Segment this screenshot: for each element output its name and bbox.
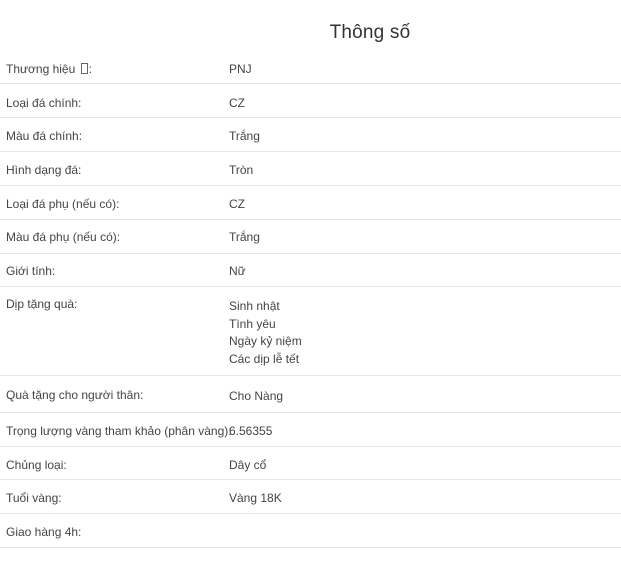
spec-value-gift-for: Cho Nàng <box>229 389 284 403</box>
spec-value-main-stone-type: CZ <box>229 96 245 110</box>
spec-label-side-stone-color: Màu đá phụ (nếu có): <box>6 230 121 244</box>
spec-label-category: Chủng loại: <box>6 458 67 472</box>
spec-value-category: Dây cổ <box>229 458 267 472</box>
spec-label-brand: Thương hiệu : <box>6 62 92 76</box>
spec-label-gold-weight: Trọng lượng vàng tham khảo (phân vàng): <box>6 424 232 438</box>
spec-table: Thương hiệu : PNJ Loại đá chính: CZ Màu … <box>0 50 621 548</box>
spec-value-gender: Nữ <box>229 264 246 278</box>
spec-value-main-stone-color: Trắng <box>229 129 260 143</box>
spec-value-gold-weight: 6.56355 <box>229 424 273 438</box>
spec-row-gift-occasion: Dịp tặng quà: Sinh nhật Tình yêu Ngày kỷ… <box>0 287 621 376</box>
spec-label-stone-shape: Hình dạng đá: <box>6 163 82 177</box>
spec-row-gender: Giới tính: Nữ <box>0 254 621 287</box>
missing-glyph-icon <box>80 63 88 74</box>
spec-row-gold-weight: Trọng lượng vàng tham khảo (phân vàng): … <box>0 413 621 447</box>
spec-row-4h-delivery: Giao hàng 4h: <box>0 514 621 548</box>
spec-row-side-stone-color: Màu đá phụ (nếu có): Trắng <box>0 220 621 254</box>
spec-row-main-stone-color: Màu đá chính: Trắng <box>0 118 621 152</box>
spec-label-main-stone-type: Loại đá chính: <box>6 96 82 110</box>
spec-label-main-stone-color: Màu đá chính: <box>6 129 83 143</box>
spec-row-category: Chủng loại: Dây cổ <box>0 447 621 480</box>
spec-value-gift-occasion-list: Sinh nhật Tình yêu Ngày kỷ niệm Các dịp … <box>229 298 302 368</box>
list-item: Sinh nhật <box>229 299 280 313</box>
spec-label-side-stone-type: Loại đá phụ (nếu có): <box>6 197 120 211</box>
spec-value-brand: PNJ <box>229 62 252 76</box>
list-item: Các dịp lễ tết <box>229 351 300 366</box>
list-item: Tình yêu <box>229 316 276 331</box>
spec-label-4h-delivery: Giao hàng 4h: <box>6 525 82 539</box>
spec-row-stone-shape: Hình dạng đá: Tròn <box>0 152 621 186</box>
spec-row-gift-for: Quà tặng cho người thân: Cho Nàng <box>0 376 621 413</box>
spec-label-gift-for: Quà tặng cho người thân: <box>6 388 144 402</box>
spec-value-stone-shape: Tròn <box>229 163 254 177</box>
list-item: Ngày kỷ niệm <box>229 334 302 348</box>
section-title: Thông số <box>329 22 411 43</box>
spec-value-gold-purity: Vàng 18K <box>229 491 282 505</box>
spec-label-gift-occasion: Dịp tặng quà: <box>6 297 78 311</box>
spec-value-side-stone-color: Trắng <box>229 230 260 244</box>
spec-row-gold-purity: Tuổi vàng: Vàng 18K <box>0 480 621 514</box>
spec-value-side-stone-type: CZ <box>229 197 245 211</box>
spec-label-gold-purity: Tuổi vàng: <box>6 491 62 505</box>
spec-row-main-stone-type: Loại đá chính: CZ <box>0 84 621 118</box>
spec-row-side-stone-type: Loại đá phụ (nếu có): CZ <box>0 186 621 220</box>
spec-row-brand: Thương hiệu : PNJ <box>0 50 621 84</box>
spec-label-gender: Giới tính: <box>6 264 56 278</box>
